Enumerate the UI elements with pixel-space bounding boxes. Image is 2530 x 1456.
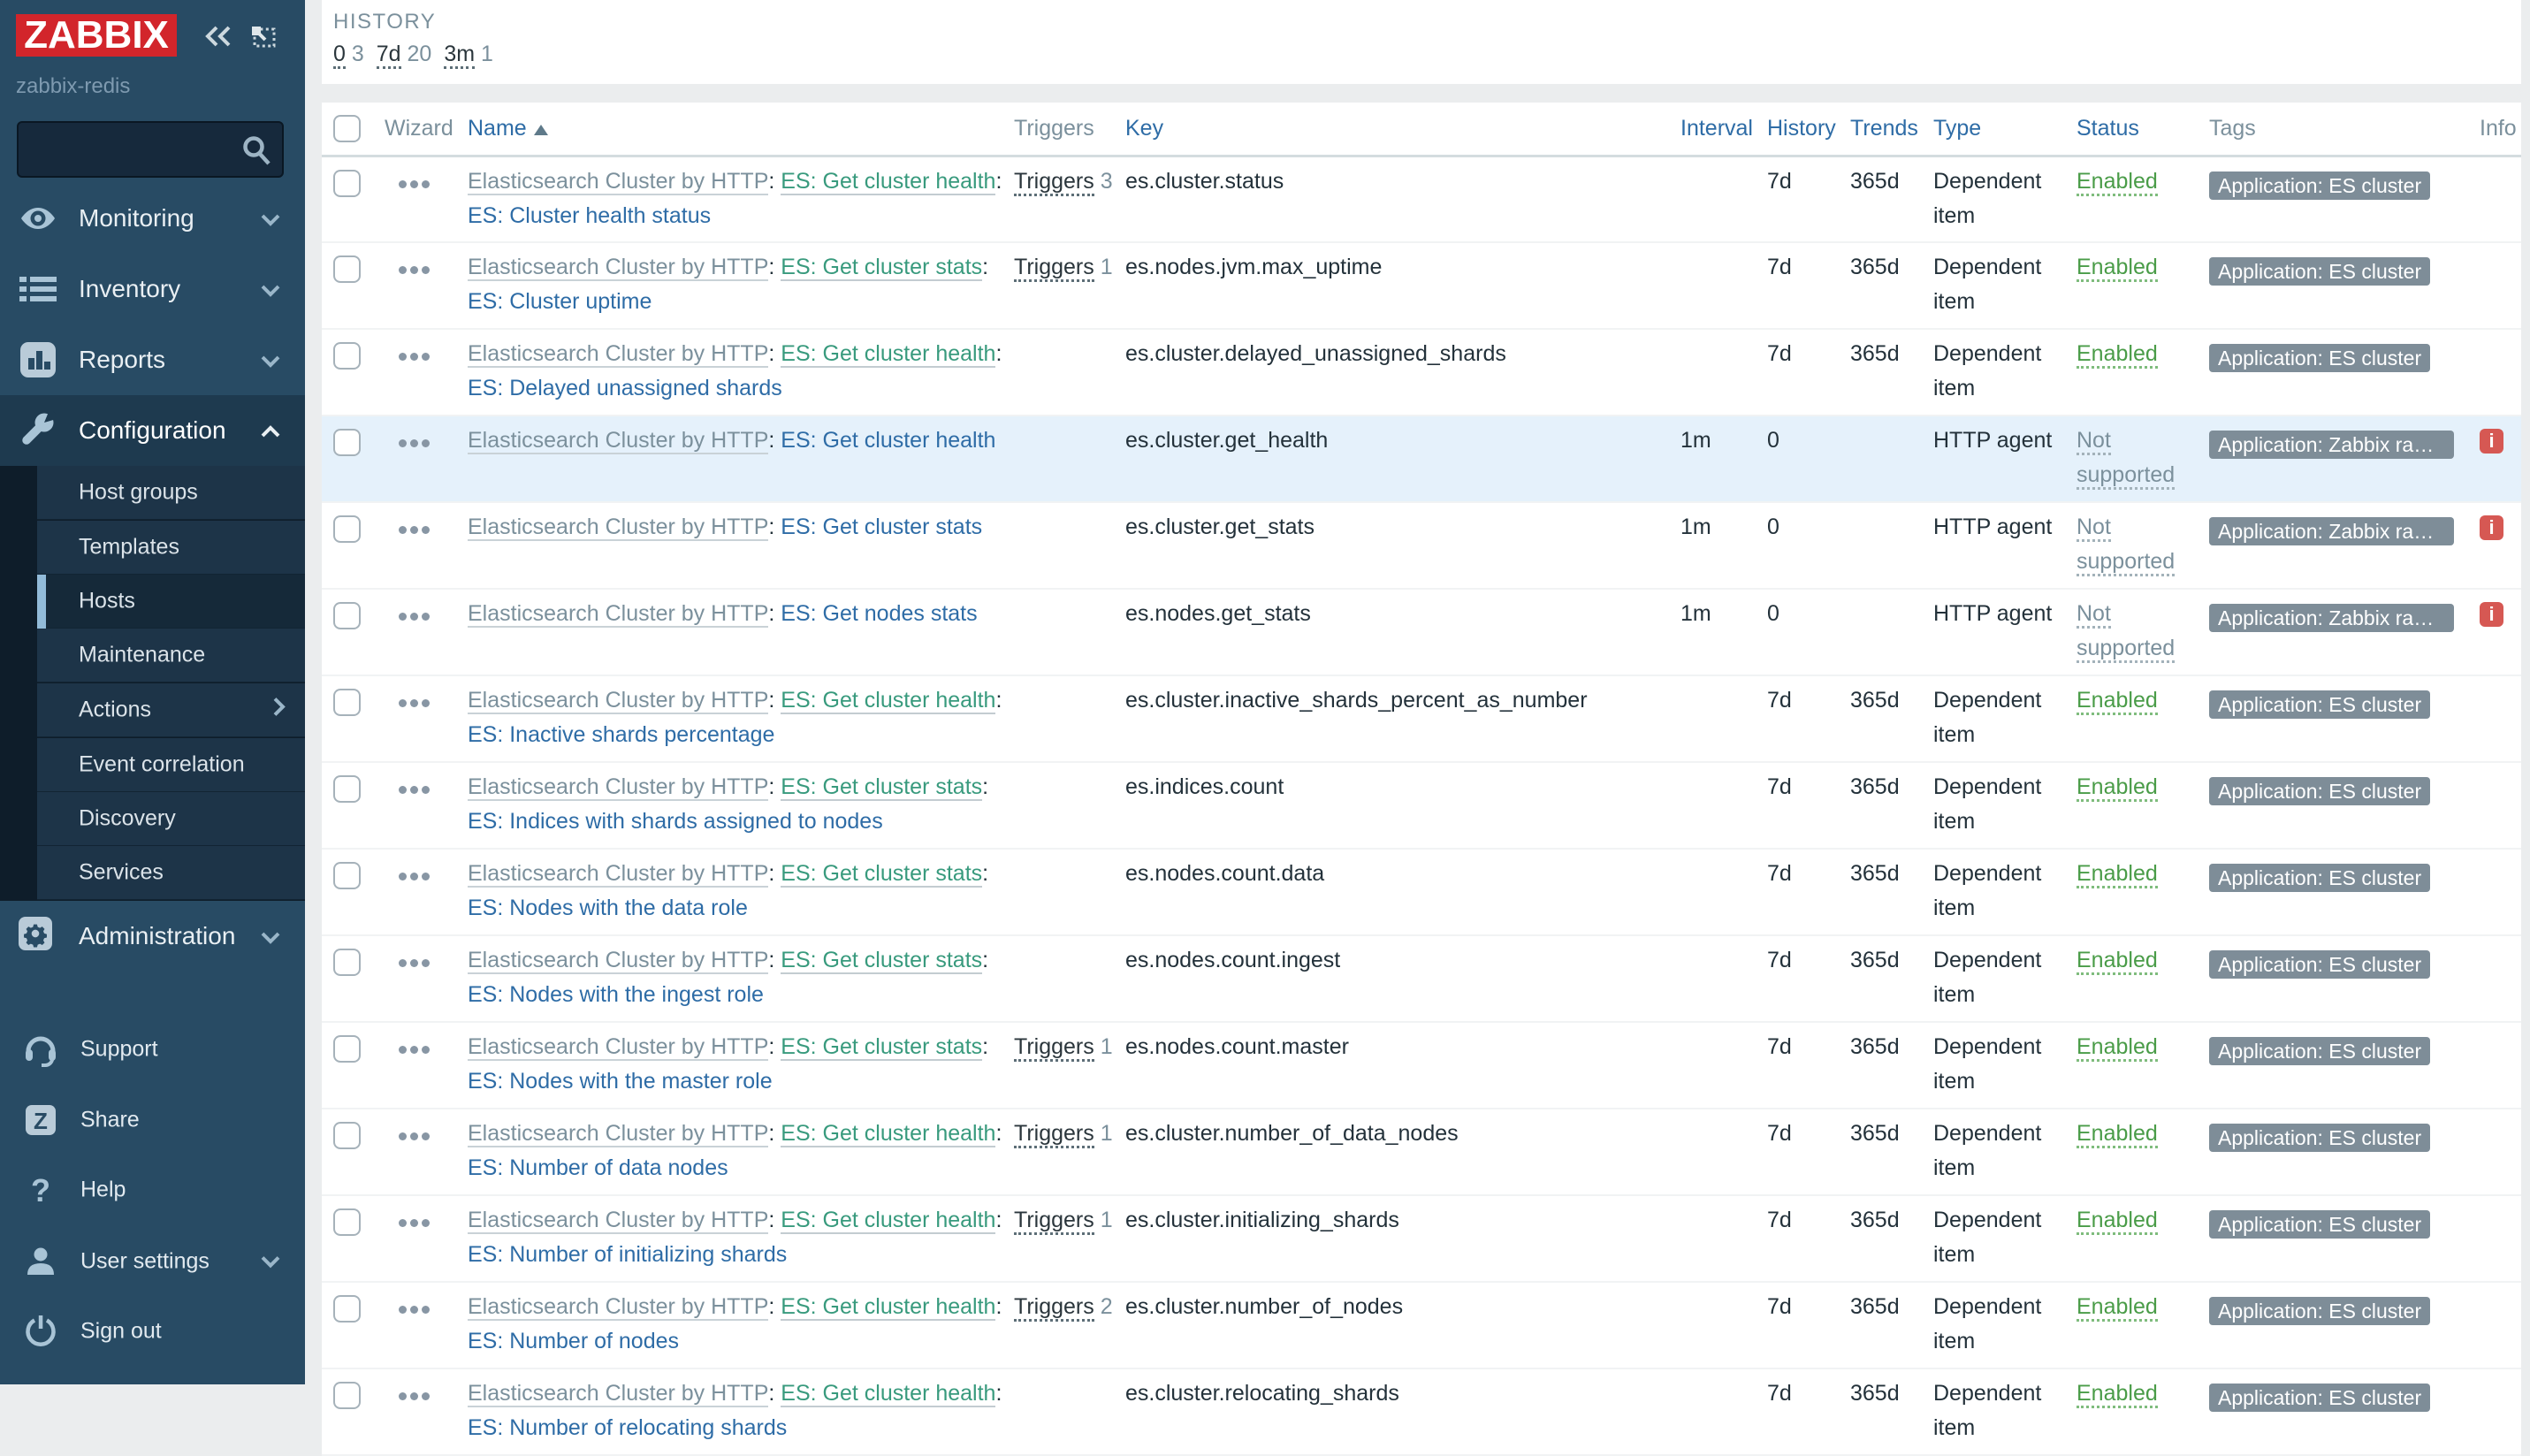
svg-text:Z: Z [34, 1108, 48, 1134]
svg-text:?: ? [31, 1172, 50, 1208]
